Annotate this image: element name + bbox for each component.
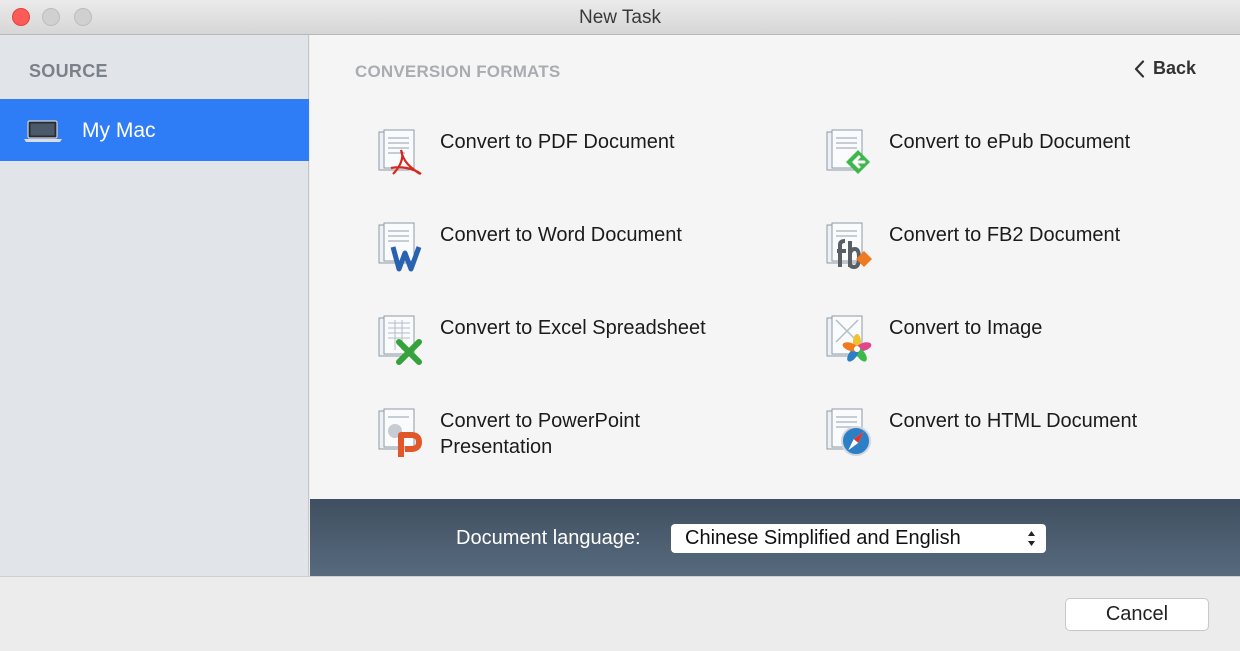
window-title: New Task: [578, 7, 661, 28]
format-word[interactable]: Convert to Word Document: [375, 221, 775, 291]
powerpoint-presentation-icon: [378, 408, 422, 457]
word-document-icon: [378, 222, 422, 272]
section-title: CONVERSION FORMATS: [355, 62, 561, 81]
epub-document-icon: [826, 129, 870, 174]
excel-spreadsheet-icon: [378, 315, 422, 365]
language-bar: Document language: Chinese Simplified an…: [310, 499, 1240, 576]
format-label: Convert to Image: [889, 317, 1043, 339]
title-bar: New Task: [0, 0, 1240, 35]
updown-arrows-icon: [1028, 531, 1035, 546]
format-label: Convert to FB2 Document: [889, 224, 1121, 246]
format-epub[interactable]: Convert to ePub Document: [824, 128, 1224, 198]
image-icon: [826, 315, 872, 362]
format-label: Convert to Word Document: [440, 224, 682, 246]
language-selected-value: Chinese Simplified and English: [685, 527, 961, 549]
back-label: Back: [1152, 58, 1196, 78]
sidebar-item-my-mac[interactable]: My Mac: [0, 99, 309, 161]
language-select[interactable]: Chinese Simplified and English: [671, 524, 1046, 553]
back-button[interactable]: Back: [1134, 58, 1196, 79]
cancel-button[interactable]: Cancel: [1065, 598, 1209, 631]
format-html[interactable]: Convert to HTML Document: [824, 407, 1224, 477]
format-excel[interactable]: Convert to Excel Spreadsheet: [375, 314, 775, 384]
sidebar-item-label: My Mac: [82, 119, 156, 142]
format-pdf[interactable]: Convert to PDF Document: [375, 128, 775, 198]
format-label: Convert to PowerPoint Presentation: [440, 410, 641, 458]
format-powerpoint[interactable]: Convert to PowerPoint Presentation: [375, 407, 775, 477]
format-label: Convert to Excel Spreadsheet: [440, 317, 706, 339]
language-label: Document language:: [456, 527, 641, 549]
format-label: Convert to PDF Document: [440, 131, 675, 153]
format-fb2[interactable]: Convert to FB2 Document: [824, 221, 1224, 291]
pdf-document-icon: [378, 129, 422, 175]
format-image[interactable]: Convert to Image: [824, 314, 1224, 384]
format-label: Convert to ePub Document: [889, 131, 1131, 153]
sidebar-header: SOURCE: [29, 61, 108, 81]
source-sidebar: SOURCE My Mac: [0, 35, 309, 576]
chevron-left-icon: [1134, 59, 1145, 78]
laptop-icon: [23, 119, 63, 148]
html-document-icon: [826, 408, 871, 456]
format-label: Convert to HTML Document: [889, 410, 1138, 432]
fb2-document-icon: [826, 222, 872, 270]
dialog-footer: Cancel: [0, 576, 1240, 651]
conversion-panel: CONVERSION FORMATS Back Convert to PDF D…: [310, 35, 1240, 499]
